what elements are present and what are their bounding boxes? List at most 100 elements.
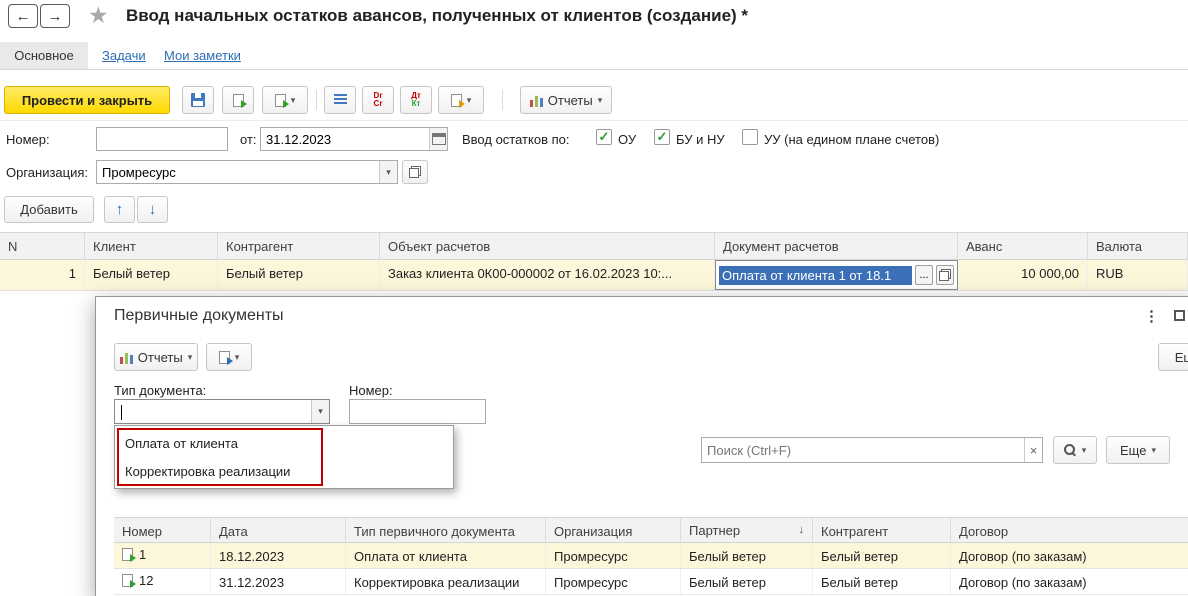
reports-button[interactable]: Отчеты▾	[520, 86, 612, 114]
column-header-counterparty[interactable]: Контрагент	[218, 233, 380, 259]
favorite-star-icon[interactable]: ★	[88, 2, 109, 29]
dropdown-option-payment[interactable]: Оплата от клиента	[125, 436, 238, 451]
cell-client[interactable]: Белый ветер	[85, 260, 218, 290]
search-button[interactable]: ▾	[1053, 436, 1097, 464]
column-header-organization[interactable]: Организация	[546, 518, 681, 542]
column-header-contract[interactable]: Договор	[951, 518, 1188, 542]
save-button[interactable]	[182, 86, 214, 114]
organization-input[interactable]	[97, 161, 379, 183]
dialog-more-button[interactable]: Еще	[1158, 343, 1188, 371]
drcr-postings-button[interactable]: DrCr	[362, 86, 394, 114]
checkbox-bu-nu-label[interactable]: БУ и НУ	[676, 132, 725, 147]
cell-currency[interactable]: RUB	[1088, 260, 1188, 290]
cell-counterparty[interactable]: Белый ветер	[218, 260, 380, 290]
checkbox-ou-label[interactable]: ОУ	[618, 132, 636, 147]
create-based-on-icon	[275, 94, 286, 107]
cell-organization[interactable]: Промресурс	[546, 569, 681, 594]
column-header-partner[interactable]: Партнер ↓	[681, 518, 813, 542]
column-header-settlement-object[interactable]: Объект расчетов	[380, 233, 715, 259]
organization-open-button[interactable]	[402, 160, 428, 184]
cell-counterparty[interactable]: Белый ветер	[813, 569, 951, 594]
dropdown-option-correction[interactable]: Корректировка реализации	[125, 464, 290, 479]
list-more-button[interactable]: Еще▾	[1106, 436, 1170, 464]
create-based-on-button[interactable]: ▾	[262, 86, 308, 114]
primary-documents-dialog: Первичные документы ⋮ Отчеты▾ ▾ Еще Тип …	[95, 296, 1188, 596]
column-header-currency[interactable]: Валюта	[1088, 233, 1188, 259]
post-and-close-button[interactable]: Провести и закрыть	[4, 86, 170, 114]
search-input[interactable]	[702, 438, 1024, 462]
partner-header-label: Партнер	[689, 523, 740, 538]
move-up-button[interactable]: ↑	[104, 196, 135, 223]
cell-doc-type[interactable]: Оплата от клиента	[346, 543, 546, 568]
checkbox-ou[interactable]: ✓	[596, 129, 612, 145]
checkbox-bu-nu[interactable]: ✓	[654, 129, 670, 145]
dialog-table-header: Номер Дата Тип первичного документа Орга…	[114, 517, 1188, 543]
cell-partner[interactable]: Белый ветер	[681, 569, 813, 594]
date-input[interactable]	[261, 128, 429, 150]
back-button[interactable]: ←	[8, 4, 38, 28]
doc-type-input[interactable]	[115, 400, 311, 423]
document-icon	[122, 574, 133, 587]
dialog-export-button[interactable]: ▾	[206, 343, 252, 371]
open-document-button[interactable]	[936, 265, 954, 285]
cell-contract[interactable]: Договор (по заказам)	[951, 569, 1188, 594]
add-row-button[interactable]: Добавить	[4, 196, 94, 223]
cell-number[interactable]: 12	[114, 569, 211, 594]
post-document-icon	[233, 94, 244, 107]
dialog-maximize-icon[interactable]	[1174, 310, 1185, 321]
dialog-table-row[interactable]: 1 18.12.2023 Оплата от клиента Промресур…	[114, 543, 1188, 569]
dialog-more-icon[interactable]: ⋮	[1144, 307, 1159, 325]
search-clear-button[interactable]: ×	[1024, 438, 1042, 462]
cell-settlement-document[interactable]: Оплата от клиента 1 от 18.1 ...	[715, 260, 958, 290]
main-table-row[interactable]: 1 Белый ветер Белый ветер Заказ клиента …	[0, 260, 1188, 291]
checkbox-uu-label[interactable]: УУ (на едином плане счетов)	[764, 132, 939, 147]
column-header-doc-type[interactable]: Тип первичного документа	[346, 518, 546, 542]
column-header-n[interactable]: N	[0, 233, 85, 259]
cell-doc-type[interactable]: Корректировка реализации	[346, 569, 546, 594]
post-document-button[interactable]	[222, 86, 254, 114]
dialog-table-row[interactable]: 12 31.12.2023 Корректировка реализации П…	[114, 569, 1188, 595]
chevron-down-icon: ▾	[386, 167, 391, 178]
column-header-number[interactable]: Номер	[114, 518, 211, 542]
tab-main[interactable]: Основное	[0, 42, 88, 69]
export-icon	[219, 351, 230, 364]
number-label: Номер:	[6, 132, 50, 147]
cell-organization[interactable]: Промресурс	[546, 543, 681, 568]
main-table-header: N Клиент Контрагент Объект расчетов Доку…	[0, 232, 1188, 260]
sort-desc-icon: ↓	[799, 524, 805, 536]
choose-button[interactable]: ...	[915, 265, 933, 285]
checkbox-uu[interactable]	[742, 129, 758, 145]
cell-partner[interactable]: Белый ветер	[681, 543, 813, 568]
organization-dropdown-button[interactable]: ▾	[379, 161, 397, 183]
column-header-date[interactable]: Дата	[211, 518, 346, 542]
cell-advance[interactable]: 10 000,00	[958, 260, 1088, 290]
link-notes[interactable]: Мои заметки	[164, 48, 241, 63]
cell-n[interactable]: 1	[0, 260, 85, 290]
forward-button[interactable]: →	[40, 4, 70, 28]
cell-contract[interactable]: Договор (по заказам)	[951, 543, 1188, 568]
chevron-down-icon: ▾	[235, 352, 240, 363]
column-header-client[interactable]: Клиент	[85, 233, 218, 259]
column-header-settlement-document[interactable]: Документ расчетов	[715, 233, 958, 259]
cell-date[interactable]: 18.12.2023	[211, 543, 346, 568]
calendar-button[interactable]	[429, 128, 447, 150]
cell-counterparty[interactable]: Белый ветер	[813, 543, 951, 568]
link-tasks[interactable]: Задачи	[102, 48, 146, 63]
toolbar-separator	[502, 90, 503, 110]
document-list-button[interactable]	[324, 86, 356, 114]
add-row-label: Добавить	[20, 202, 77, 217]
doc-type-dropdown-button[interactable]: ▾	[311, 400, 329, 423]
dialog-title: Первичные документы	[114, 307, 284, 325]
cell-settlement-object[interactable]: Заказ клиента 0К00-000002 от 16.02.2023 …	[380, 260, 715, 290]
dialog-number-input[interactable]	[349, 399, 486, 424]
balances-label: Ввод остатков по:	[462, 132, 569, 147]
column-header-counterparty[interactable]: Контрагент	[813, 518, 951, 542]
dtkt-postings-button[interactable]: ДтКт	[400, 86, 432, 114]
cell-date[interactable]: 31.12.2023	[211, 569, 346, 594]
dialog-reports-button[interactable]: Отчеты▾	[114, 343, 198, 371]
column-header-advance[interactable]: Аванс	[958, 233, 1088, 259]
number-input[interactable]	[96, 127, 228, 151]
cell-number[interactable]: 1	[114, 543, 211, 568]
registers-button[interactable]: ▾	[438, 86, 484, 114]
move-down-button[interactable]: ↓	[137, 196, 168, 223]
